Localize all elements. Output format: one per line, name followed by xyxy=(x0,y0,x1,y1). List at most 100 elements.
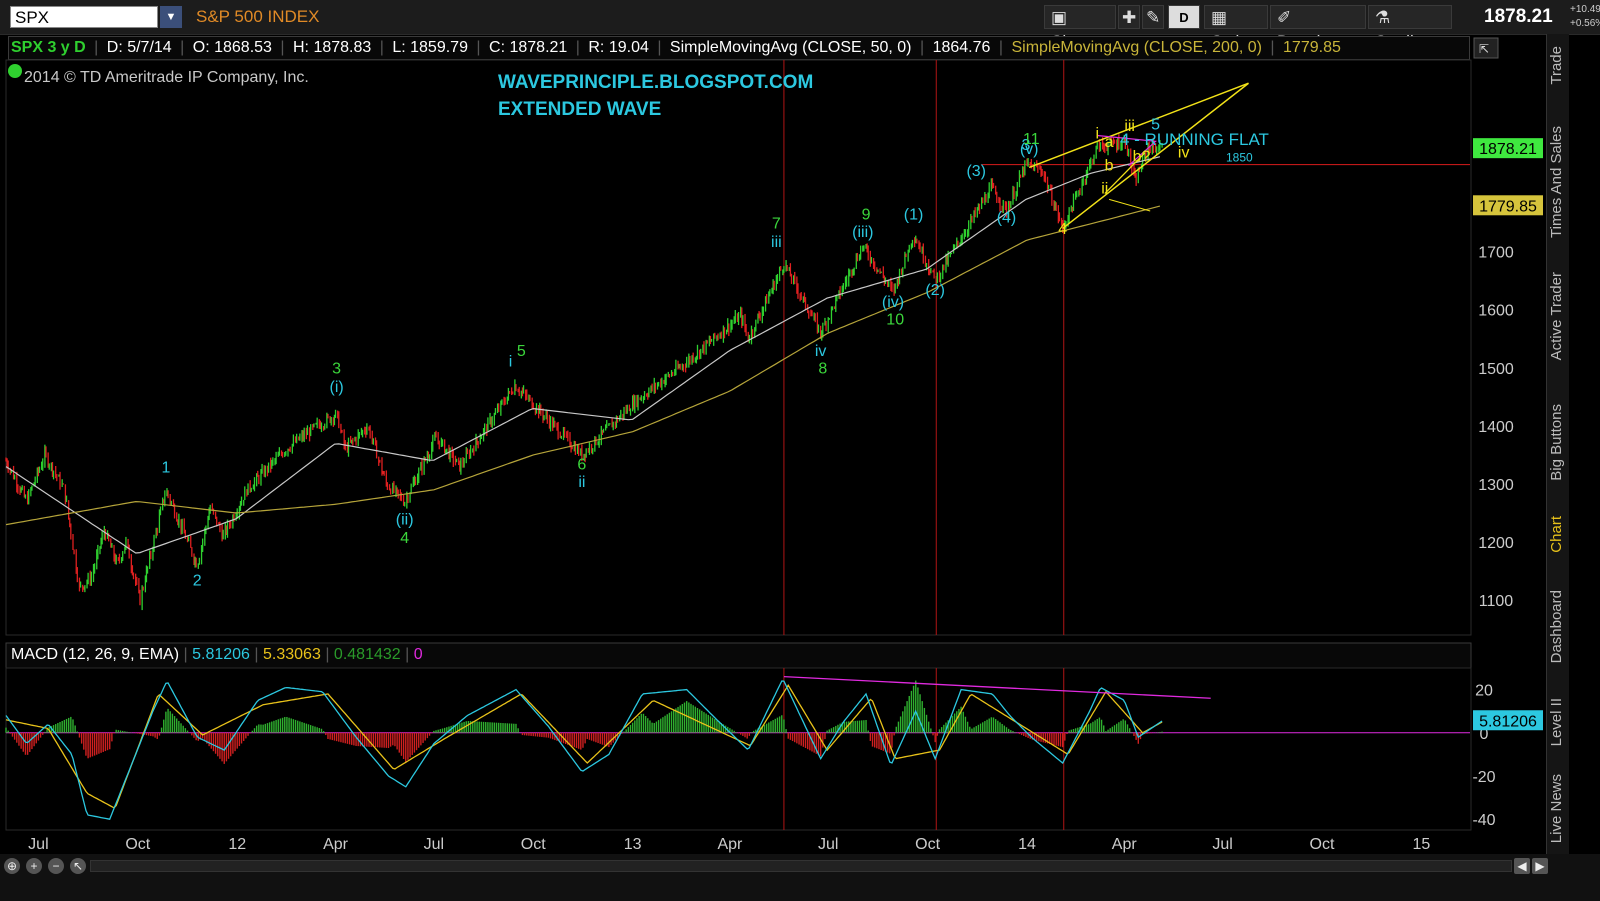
time-tick-label: 13 xyxy=(624,836,642,853)
time-tick-label: Oct xyxy=(521,836,546,853)
time-tick-label: 14 xyxy=(1018,836,1036,853)
price-tick-label: 1200 xyxy=(1478,535,1514,552)
time-tick-label: Apr xyxy=(1112,836,1138,853)
price-tick-label: 1100 xyxy=(1479,593,1514,610)
macd-divergence-line xyxy=(783,675,1211,699)
tab-live-news[interactable]: Live News xyxy=(1548,774,1565,843)
wave-label: 9 xyxy=(862,207,871,224)
wave-label: i xyxy=(1095,125,1099,142)
wave-label: iv xyxy=(815,343,827,360)
price-tick-label: 1500 xyxy=(1478,361,1514,378)
wave-label: (iii) xyxy=(852,224,873,241)
percent-change: +0.56% xyxy=(1570,18,1600,29)
macd-zero: 0 xyxy=(413,646,423,663)
price-tick-label: 1400 xyxy=(1478,419,1514,436)
wave-label: 4 xyxy=(1058,221,1067,238)
macd-tags: 5.81206 xyxy=(1473,710,1543,731)
time-tick-label: Apr xyxy=(323,836,349,853)
net-change: +10.49 xyxy=(1570,4,1600,15)
blog-annotation: WAVEPRINCIPLE.BLOGSPOT.COM xyxy=(498,72,814,93)
time-tick-label: Oct xyxy=(125,836,150,853)
wave-label: (1) xyxy=(904,207,924,224)
sma50-line xyxy=(5,156,1161,554)
macd-tick-label: -40 xyxy=(1472,812,1495,829)
price-tick-label: 1300 xyxy=(1478,477,1514,494)
wave-label: a xyxy=(1105,134,1114,151)
macd-value: 5.81206 xyxy=(192,646,250,663)
time-tick-label: Oct xyxy=(915,836,940,853)
tab-big-buttons[interactable]: Big Buttons xyxy=(1548,404,1565,481)
macd-value-tag-label: 5.81206 xyxy=(1479,713,1537,730)
wave-label: (ii) xyxy=(396,512,414,529)
wave-label: (iv) xyxy=(882,294,904,311)
price-tag-label: 1779.85 xyxy=(1479,198,1537,215)
level-line-label: 1850 xyxy=(1226,151,1253,165)
scroll-right-icon[interactable]: ▶ xyxy=(1532,858,1548,874)
wave-label: ii xyxy=(1101,181,1108,198)
wave-label: 10 xyxy=(886,311,904,328)
tab-active-trader[interactable]: Active Trader xyxy=(1548,272,1565,360)
wave-label: 5 xyxy=(517,343,526,360)
tab-chart[interactable]: Chart xyxy=(1548,516,1565,553)
wave-label: 1 xyxy=(161,459,170,476)
time-tick-label: Jul xyxy=(1212,836,1232,853)
running-flat-annotation: 4 - RUNNING FLAT xyxy=(1120,130,1269,149)
macd-main-line xyxy=(5,680,1163,820)
tab-times-and-sales[interactable]: Times And Sales xyxy=(1548,126,1565,238)
moving-averages xyxy=(5,156,1161,554)
wave-label: (i) xyxy=(330,379,344,396)
macd-diff: 0.481432 xyxy=(333,646,401,663)
wave-label: 3 xyxy=(332,361,341,378)
wedge-base-line xyxy=(1108,198,1151,212)
macd-axis: -40-20020 xyxy=(6,683,1496,829)
chart-settings-glyph: ⇱ xyxy=(1479,42,1489,56)
cursor-icon[interactable]: ↖ xyxy=(70,858,86,874)
wave-label: 7 xyxy=(772,215,781,232)
wave-label: (2) xyxy=(925,282,945,299)
wave-label: 2 xyxy=(193,573,202,590)
time-tick-label: Jul xyxy=(28,836,48,853)
price-tag-label: 1878.21 xyxy=(1479,141,1537,158)
scroll-left-icon[interactable]: ◀ xyxy=(1514,858,1530,874)
time-tick-label: 12 xyxy=(228,836,246,853)
macd-tick-label: 20 xyxy=(1475,683,1493,700)
macd-legend: MACD (12, 26, 9, EMA) | 5.81206 | 5.3306… xyxy=(11,646,423,663)
wave-label: 8 xyxy=(818,361,827,378)
wave-label: (4) xyxy=(997,210,1017,227)
zoom-in-icon[interactable]: + xyxy=(26,858,42,874)
macd-avg: 5.33063 xyxy=(263,646,321,663)
wave-label: i xyxy=(509,354,513,371)
chart-area[interactable]: 1100120013001400150016001700 1850 123(i)… xyxy=(0,0,1546,854)
time-tick-label: Jul xyxy=(424,836,444,853)
time-axis: Jul Oct 12 Apr Jul Oct 13 Apr Jul Oct 14 Apr Jul Oct 1… xyxy=(28,836,1430,853)
time-tick-label: 15 xyxy=(1412,836,1430,853)
time-tick-label: Apr xyxy=(717,836,743,853)
macd-tick-label: -20 xyxy=(1472,769,1495,786)
zoom-out-icon[interactable]: − xyxy=(48,858,64,874)
status-dot-icon xyxy=(8,64,22,78)
wave-label: 11 xyxy=(1023,131,1040,148)
wave-label: 6 xyxy=(577,456,586,473)
wave-label: 4 xyxy=(400,530,409,547)
macd-label[interactable]: MACD (12, 26, 9, EMA) xyxy=(11,646,179,663)
wave-label: b? xyxy=(1133,149,1151,166)
time-tick-label: Oct xyxy=(1310,836,1335,853)
wave-labels: 123(i)(ii)4i56ii7iiiiv89(iii)(iv)10(1)(2… xyxy=(161,117,1189,590)
macd-lines xyxy=(5,675,1211,820)
wave-label: b xyxy=(1105,157,1114,174)
wave-label: ii xyxy=(578,474,585,491)
wave-label: iii xyxy=(771,234,782,251)
tab-level-ii[interactable]: Level II xyxy=(1548,698,1565,746)
side-tabs: Trade Times And Sales Active Trader Big … xyxy=(1546,34,1569,854)
extended-wave-annotation: EXTENDED WAVE xyxy=(498,99,662,120)
tab-dashboard[interactable]: Dashboard xyxy=(1548,590,1565,663)
horizontal-scrollbar[interactable] xyxy=(90,860,1512,872)
tab-trade[interactable]: Trade xyxy=(1548,46,1565,85)
price-axis: 1100 1200 1300 1400 1500 1600 1700 xyxy=(1478,245,1514,610)
wave-label: (3) xyxy=(966,163,986,180)
price-tick-label: 1700 xyxy=(1478,245,1514,262)
drawing-tool-icon[interactable]: ⊕ xyxy=(4,858,20,874)
price-tags: 1878.21 1779.85 xyxy=(1473,138,1543,216)
price-tick-label: 1600 xyxy=(1478,303,1514,320)
time-tick-label: Jul xyxy=(818,836,838,853)
